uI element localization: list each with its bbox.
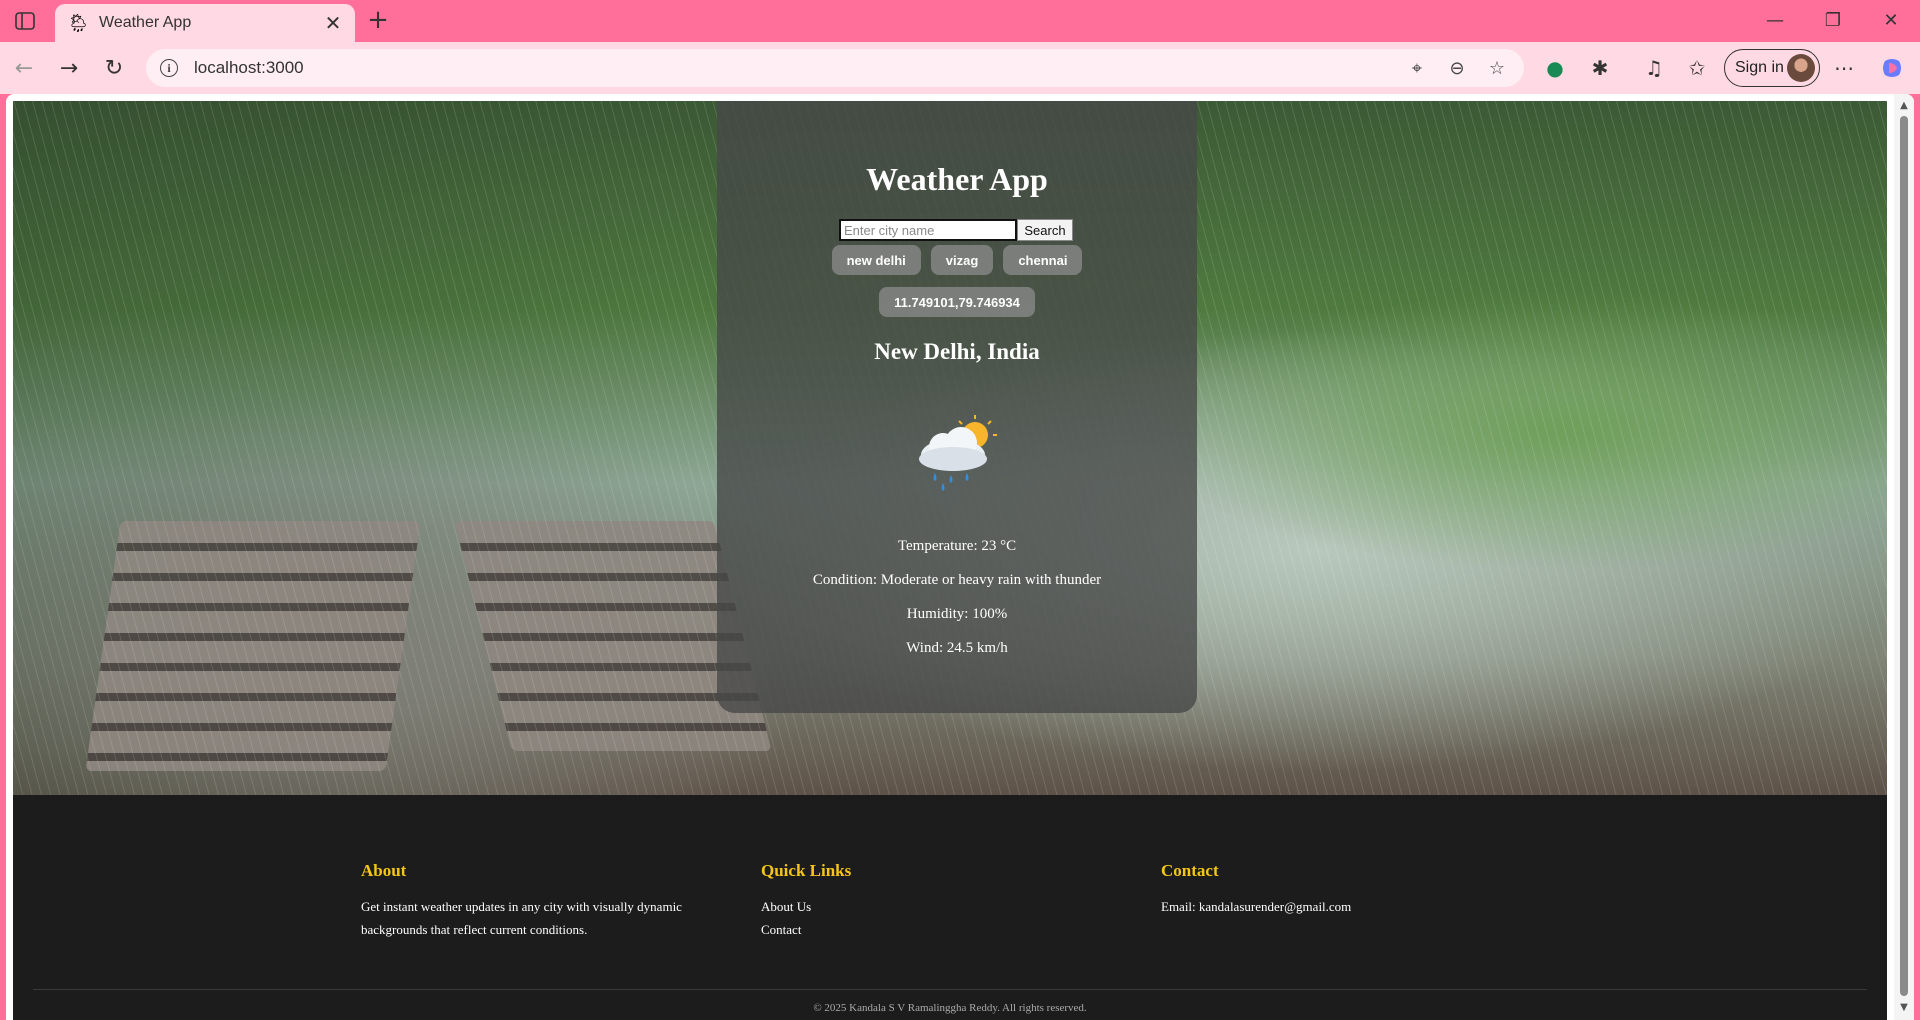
extensions-icon[interactable]: ✱ bbox=[1586, 54, 1614, 82]
minimize-icon[interactable]: — bbox=[1746, 0, 1804, 40]
web-page: Weather App Search new delhi vizag chenn… bbox=[13, 101, 1887, 1020]
condition-text: Condition: Moderate or heavy rain with t… bbox=[812, 572, 1102, 588]
copyright-text: © 2025 Kandala S V Ramalinggha Reddy. Al… bbox=[813, 1002, 1087, 1014]
address-url[interactable]: localhost:3000 bbox=[194, 58, 1390, 78]
scroll-down-icon[interactable]: ▼ bbox=[1898, 1002, 1910, 1014]
city-button-new-delhi[interactable]: new delhi bbox=[831, 245, 921, 275]
back-icon[interactable]: ← bbox=[10, 54, 38, 82]
tab-title: Weather App bbox=[99, 14, 192, 31]
browser-viewport: Weather App Search new delhi vizag chenn… bbox=[6, 94, 1914, 1020]
footer-contact-email: Email: kandalasurender@gmail.com bbox=[1161, 899, 1352, 914]
info-icon[interactable]: i bbox=[160, 59, 178, 77]
temperature-text: Temperature: 23 °C bbox=[897, 538, 1017, 554]
footer-contact: Contact Email: kandalasurender@gmail.com bbox=[1161, 861, 1521, 918]
sidebar-icon[interactable] bbox=[12, 8, 38, 34]
footer-quick-links-heading: Quick Links bbox=[761, 861, 852, 880]
city-button-chennai[interactable]: chennai bbox=[1003, 245, 1083, 275]
site-footer: About Get instant weather updates in any… bbox=[13, 795, 1887, 1020]
favorites-icon[interactable]: ✩ bbox=[1683, 54, 1711, 82]
close-window-icon[interactable]: ✕ bbox=[1862, 0, 1920, 40]
footer-quick-links: Quick Links About Us Contact bbox=[761, 861, 1061, 941]
grammarly-icon[interactable]: ● bbox=[1541, 54, 1569, 82]
avatar bbox=[1787, 54, 1815, 82]
scroll-up-icon[interactable]: ▲ bbox=[1898, 100, 1910, 112]
quick-city-buttons: new delhi vizag chennai bbox=[717, 245, 1197, 275]
coordinates-button[interactable]: 11.749101,79.746934 bbox=[879, 287, 1035, 317]
close-icon[interactable]: ✕ bbox=[323, 11, 343, 35]
restore-icon[interactable]: ❐ bbox=[1804, 0, 1862, 40]
active-tab[interactable]: 🌦 Weather App ✕ bbox=[55, 4, 355, 42]
scroll-thumb[interactable] bbox=[1900, 116, 1908, 996]
star-icon[interactable]: ☆ bbox=[1484, 58, 1510, 79]
copilot-icon[interactable] bbox=[1878, 54, 1906, 82]
zoom-out-icon[interactable]: ⊖ bbox=[1444, 58, 1470, 79]
location-icon[interactable]: ⌖ bbox=[1404, 58, 1430, 79]
address-bar[interactable]: i localhost:3000 ⌖ ⊖ ☆ bbox=[146, 49, 1524, 87]
sign-in-label: Sign in bbox=[1735, 59, 1784, 76]
footer-divider bbox=[33, 989, 1867, 990]
city-search-input[interactable] bbox=[839, 219, 1017, 241]
window-controls: — ❐ ✕ bbox=[1746, 0, 1920, 40]
humidity-text: Humidity: 100% bbox=[906, 606, 1008, 622]
footer-link-about-us[interactable]: About Us bbox=[761, 895, 1061, 918]
vertical-scrollbar[interactable]: ▲ ▼ bbox=[1894, 94, 1914, 1020]
search-button[interactable]: Search bbox=[1017, 219, 1073, 241]
weather-card: Weather App Search new delhi vizag chenn… bbox=[717, 101, 1197, 713]
forward-icon[interactable]: → bbox=[55, 54, 83, 82]
rain-thunder-cloud-sun-icon bbox=[913, 413, 1003, 493]
page-title: Weather App bbox=[866, 161, 1048, 197]
sign-in-button[interactable]: Sign in bbox=[1724, 49, 1820, 87]
footer-link-contact[interactable]: Contact bbox=[761, 918, 1061, 941]
weather-favicon: 🌦 bbox=[67, 12, 90, 34]
rain-background: Weather App Search new delhi vizag chenn… bbox=[13, 101, 1887, 795]
tab-bar: 🌦 Weather App ✕ + — ❐ ✕ bbox=[0, 0, 1920, 42]
coords-row: 11.749101,79.746934 bbox=[717, 287, 1197, 317]
footer-about-text: Get instant weather updates in any city … bbox=[361, 899, 682, 937]
media-icon[interactable]: ♫ bbox=[1640, 54, 1668, 82]
browser-toolbar: ← → ↻ i localhost:3000 ⌖ ⊖ ☆ ● ✱ ♫ ✩ Sig… bbox=[0, 42, 1920, 94]
more-icon[interactable]: ⋯ bbox=[1830, 54, 1858, 82]
search-form: Search bbox=[839, 219, 1073, 241]
footer-contact-heading: Contact bbox=[1161, 861, 1219, 880]
plus-icon[interactable]: + bbox=[363, 6, 393, 36]
location-name: New Delhi, India bbox=[874, 339, 1040, 364]
footer-about: About Get instant weather updates in any… bbox=[361, 861, 721, 941]
footer-about-heading: About bbox=[361, 861, 407, 880]
refresh-icon[interactable]: ↻ bbox=[100, 54, 128, 82]
city-button-vizag[interactable]: vizag bbox=[930, 245, 994, 275]
wind-text: Wind: 24.5 km/h bbox=[906, 640, 1008, 656]
